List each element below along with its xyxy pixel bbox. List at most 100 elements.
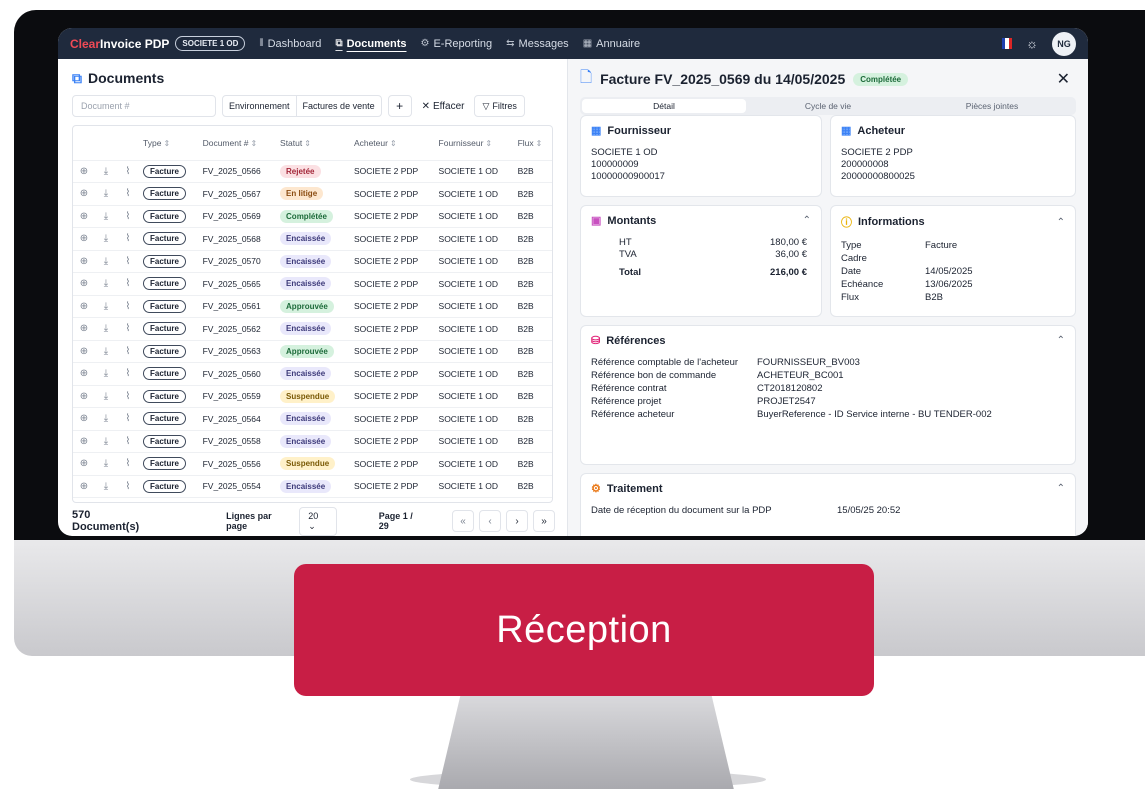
rows-per-page-select[interactable]: 20 ⌄: [299, 506, 337, 536]
theme-toggle-sun-icon[interactable]: ☼: [1026, 36, 1038, 51]
zoom-icon[interactable]: ⊕: [73, 474, 95, 498]
table-row[interactable]: ⊕ ⤓ ⌇ Facture FV_2025_0566 Rejetée SOCIETE 2 P…: [73, 159, 552, 183]
paperclip-icon[interactable]: ⌇: [117, 317, 139, 340]
paperclip-icon[interactable]: ⌇: [117, 159, 139, 183]
prev-page-icon[interactable]: ‹: [479, 510, 501, 532]
environment-filter[interactable]: Environnement Factures de vente: [222, 95, 382, 117]
zoom-icon[interactable]: ⊕: [73, 429, 95, 453]
table-row[interactable]: ⊕ ⤓ ⌇ Facture FV_2025_0565 Encaissée SOCIETE 2…: [73, 272, 552, 295]
french-flag-icon[interactable]: [1002, 38, 1013, 49]
paperclip-icon[interactable]: ⌇: [117, 362, 139, 385]
paperclip-icon[interactable]: ⌇: [117, 339, 139, 363]
download-icon[interactable]: ⤓: [95, 497, 117, 502]
table-row[interactable]: ⊕ ⤓ ⌇ Facture FV_2025_0554 Encaissée SOCIETE 2…: [73, 474, 552, 498]
nav-documents[interactable]: ⧉ Documents: [335, 38, 406, 50]
nav-annuaire[interactable]: ▦ Annuaire: [583, 38, 641, 50]
table-row[interactable]: ⊕ ⤓ ⌇ Facture FV_2025_0564 Encaissée SOCIETE 2…: [73, 407, 552, 430]
sort-icon[interactable]: ⇕: [250, 139, 257, 148]
zoom-icon[interactable]: ⊕: [73, 339, 95, 363]
tab-pi-ces-jointes[interactable]: Pièces jointes: [910, 99, 1074, 113]
zoom-icon[interactable]: ⊕: [73, 294, 95, 318]
zoom-icon[interactable]: ⊕: [73, 317, 95, 340]
table-row[interactable]: ⊕ ⤓ ⌇ Facture FV_2025_0562 Encaissée SOCIETE 2…: [73, 317, 552, 340]
download-icon[interactable]: ⤓: [95, 339, 117, 363]
table-row[interactable]: ⊕ ⤓ ⌇ Facture FV_2025_0561 Approuvée SOCIETE 2…: [73, 294, 552, 318]
table-row[interactable]: ⊕ ⤓ ⌇ Facture FV_2025_0569 Complétée SOCIETE 2…: [73, 204, 552, 228]
next-page-icon[interactable]: ›: [506, 510, 528, 532]
sort-icon[interactable]: ⇕: [163, 139, 170, 148]
tab-d-tail[interactable]: Détail: [582, 99, 746, 113]
sort-icon[interactable]: ⇕: [304, 139, 311, 148]
document-search-input[interactable]: Document #: [72, 95, 216, 117]
paperclip-icon[interactable]: ⌇: [117, 294, 139, 318]
paperclip-icon[interactable]: ⌇: [117, 204, 139, 228]
zoom-icon[interactable]: ⊕: [73, 497, 95, 502]
column-header-document[interactable]: Document # ⇕: [199, 126, 276, 160]
first-page-icon[interactable]: «: [452, 510, 474, 532]
sort-icon[interactable]: ⇕: [390, 139, 397, 148]
user-avatar[interactable]: NG: [1052, 31, 1076, 56]
table-row[interactable]: ⊕ ⤓ ⌇ Facture FV_2025_0567 En litige SOCIETE 2…: [73, 182, 552, 205]
add-filter-button[interactable]: +: [387, 95, 412, 117]
chevron-up-icon[interactable]: ⌃: [1057, 335, 1065, 346]
download-icon[interactable]: ⤓: [95, 227, 117, 250]
tab-cycle-de-vie[interactable]: Cycle de vie: [746, 99, 910, 113]
table-row[interactable]: ⊕ ⤓ ⌇ Facture FV_2025_0570 Encaissée SOCIETE 2…: [73, 249, 552, 273]
table-row[interactable]: ⊕ ⤓ ⌇ Facture FV_2025_0560 Encaissée SOCIETE 2…: [73, 362, 552, 385]
column-header-acheteur[interactable]: Acheteur ⇕: [350, 126, 435, 160]
chevron-up-icon[interactable]: ⌃: [1057, 483, 1065, 494]
close-icon[interactable]: ✕: [1057, 69, 1070, 89]
zoom-icon[interactable]: ⊕: [73, 204, 95, 228]
download-icon[interactable]: ⤓: [95, 294, 117, 318]
nav-e-reporting[interactable]: ⚙ E-Reporting: [420, 38, 492, 50]
paperclip-icon[interactable]: ⌇: [117, 384, 139, 408]
paperclip-icon[interactable]: ⌇: [117, 249, 139, 273]
download-icon[interactable]: ⤓: [95, 249, 117, 273]
paperclip-icon[interactable]: ⌇: [117, 497, 139, 502]
nav-messages[interactable]: ⇆ Messages: [506, 38, 569, 50]
zoom-icon[interactable]: ⊕: [73, 249, 95, 273]
download-icon[interactable]: ⤓: [95, 407, 117, 430]
clear-filters-button[interactable]: ✕ Effacer: [418, 95, 469, 117]
paperclip-icon[interactable]: ⌇: [117, 474, 139, 498]
table-row[interactable]: ⊕ ⤓ ⌇ Facture FV_2025_0558 Encaissée SOCIETE 2…: [73, 429, 552, 453]
paperclip-icon[interactable]: ⌇: [117, 227, 139, 250]
download-icon[interactable]: ⤓: [95, 474, 117, 498]
zoom-icon[interactable]: ⊕: [73, 227, 95, 250]
column-header-fournisseur[interactable]: Fournisseur ⇕: [435, 126, 514, 160]
download-icon[interactable]: ⤓: [95, 182, 117, 205]
paperclip-icon[interactable]: ⌇: [117, 407, 139, 430]
zoom-icon[interactable]: ⊕: [73, 362, 95, 385]
table-row[interactable]: ⊕ ⤓ ⌇ Facture FV_2025_0559 Suspendue SOCIETE 2…: [73, 384, 552, 408]
paperclip-icon[interactable]: ⌇: [117, 182, 139, 205]
column-header-flux[interactable]: Flux ⇕: [514, 126, 552, 160]
zoom-icon[interactable]: ⊕: [73, 384, 95, 408]
download-icon[interactable]: ⤓: [95, 272, 117, 295]
paperclip-icon[interactable]: ⌇: [117, 429, 139, 453]
nav-dashboard[interactable]: ⫴ Dashboard: [259, 38, 321, 50]
chevron-up-icon[interactable]: ⌃: [803, 215, 811, 226]
sort-icon[interactable]: ⇕: [485, 139, 492, 148]
download-icon[interactable]: ⤓: [95, 429, 117, 453]
table-row[interactable]: ⊕⤓⌇ Facture FV_2025_0555Encaissée SOCIETE 2…: [73, 497, 552, 502]
filters-button[interactable]: ▽ Filtres: [474, 95, 525, 117]
download-icon[interactable]: ⤓: [95, 317, 117, 340]
paperclip-icon[interactable]: ⌇: [117, 272, 139, 295]
download-icon[interactable]: ⤓: [95, 384, 117, 408]
chevron-up-icon[interactable]: ⌃: [1057, 217, 1065, 228]
download-icon[interactable]: ⤓: [95, 159, 117, 183]
zoom-icon[interactable]: ⊕: [73, 407, 95, 430]
download-icon[interactable]: ⤓: [95, 452, 117, 475]
table-row[interactable]: ⊕ ⤓ ⌇ Facture FV_2025_0563 Approuvée SOCIETE 2…: [73, 339, 552, 363]
environment-value[interactable]: Factures de vente: [295, 96, 381, 116]
zoom-icon[interactable]: ⊕: [73, 159, 95, 183]
download-icon[interactable]: ⤓: [95, 204, 117, 228]
table-row[interactable]: ⊕ ⤓ ⌇ Facture FV_2025_0556 Suspendue SOCIETE 2…: [73, 452, 552, 475]
brand-logo[interactable]: ClearInvoice PDP: [70, 37, 169, 51]
download-icon[interactable]: ⤓: [95, 362, 117, 385]
zoom-icon[interactable]: ⊕: [73, 452, 95, 475]
paperclip-icon[interactable]: ⌇: [117, 452, 139, 475]
zoom-icon[interactable]: ⊕: [73, 272, 95, 295]
column-header-statut[interactable]: Statut ⇕: [276, 126, 350, 160]
zoom-icon[interactable]: ⊕: [73, 182, 95, 205]
